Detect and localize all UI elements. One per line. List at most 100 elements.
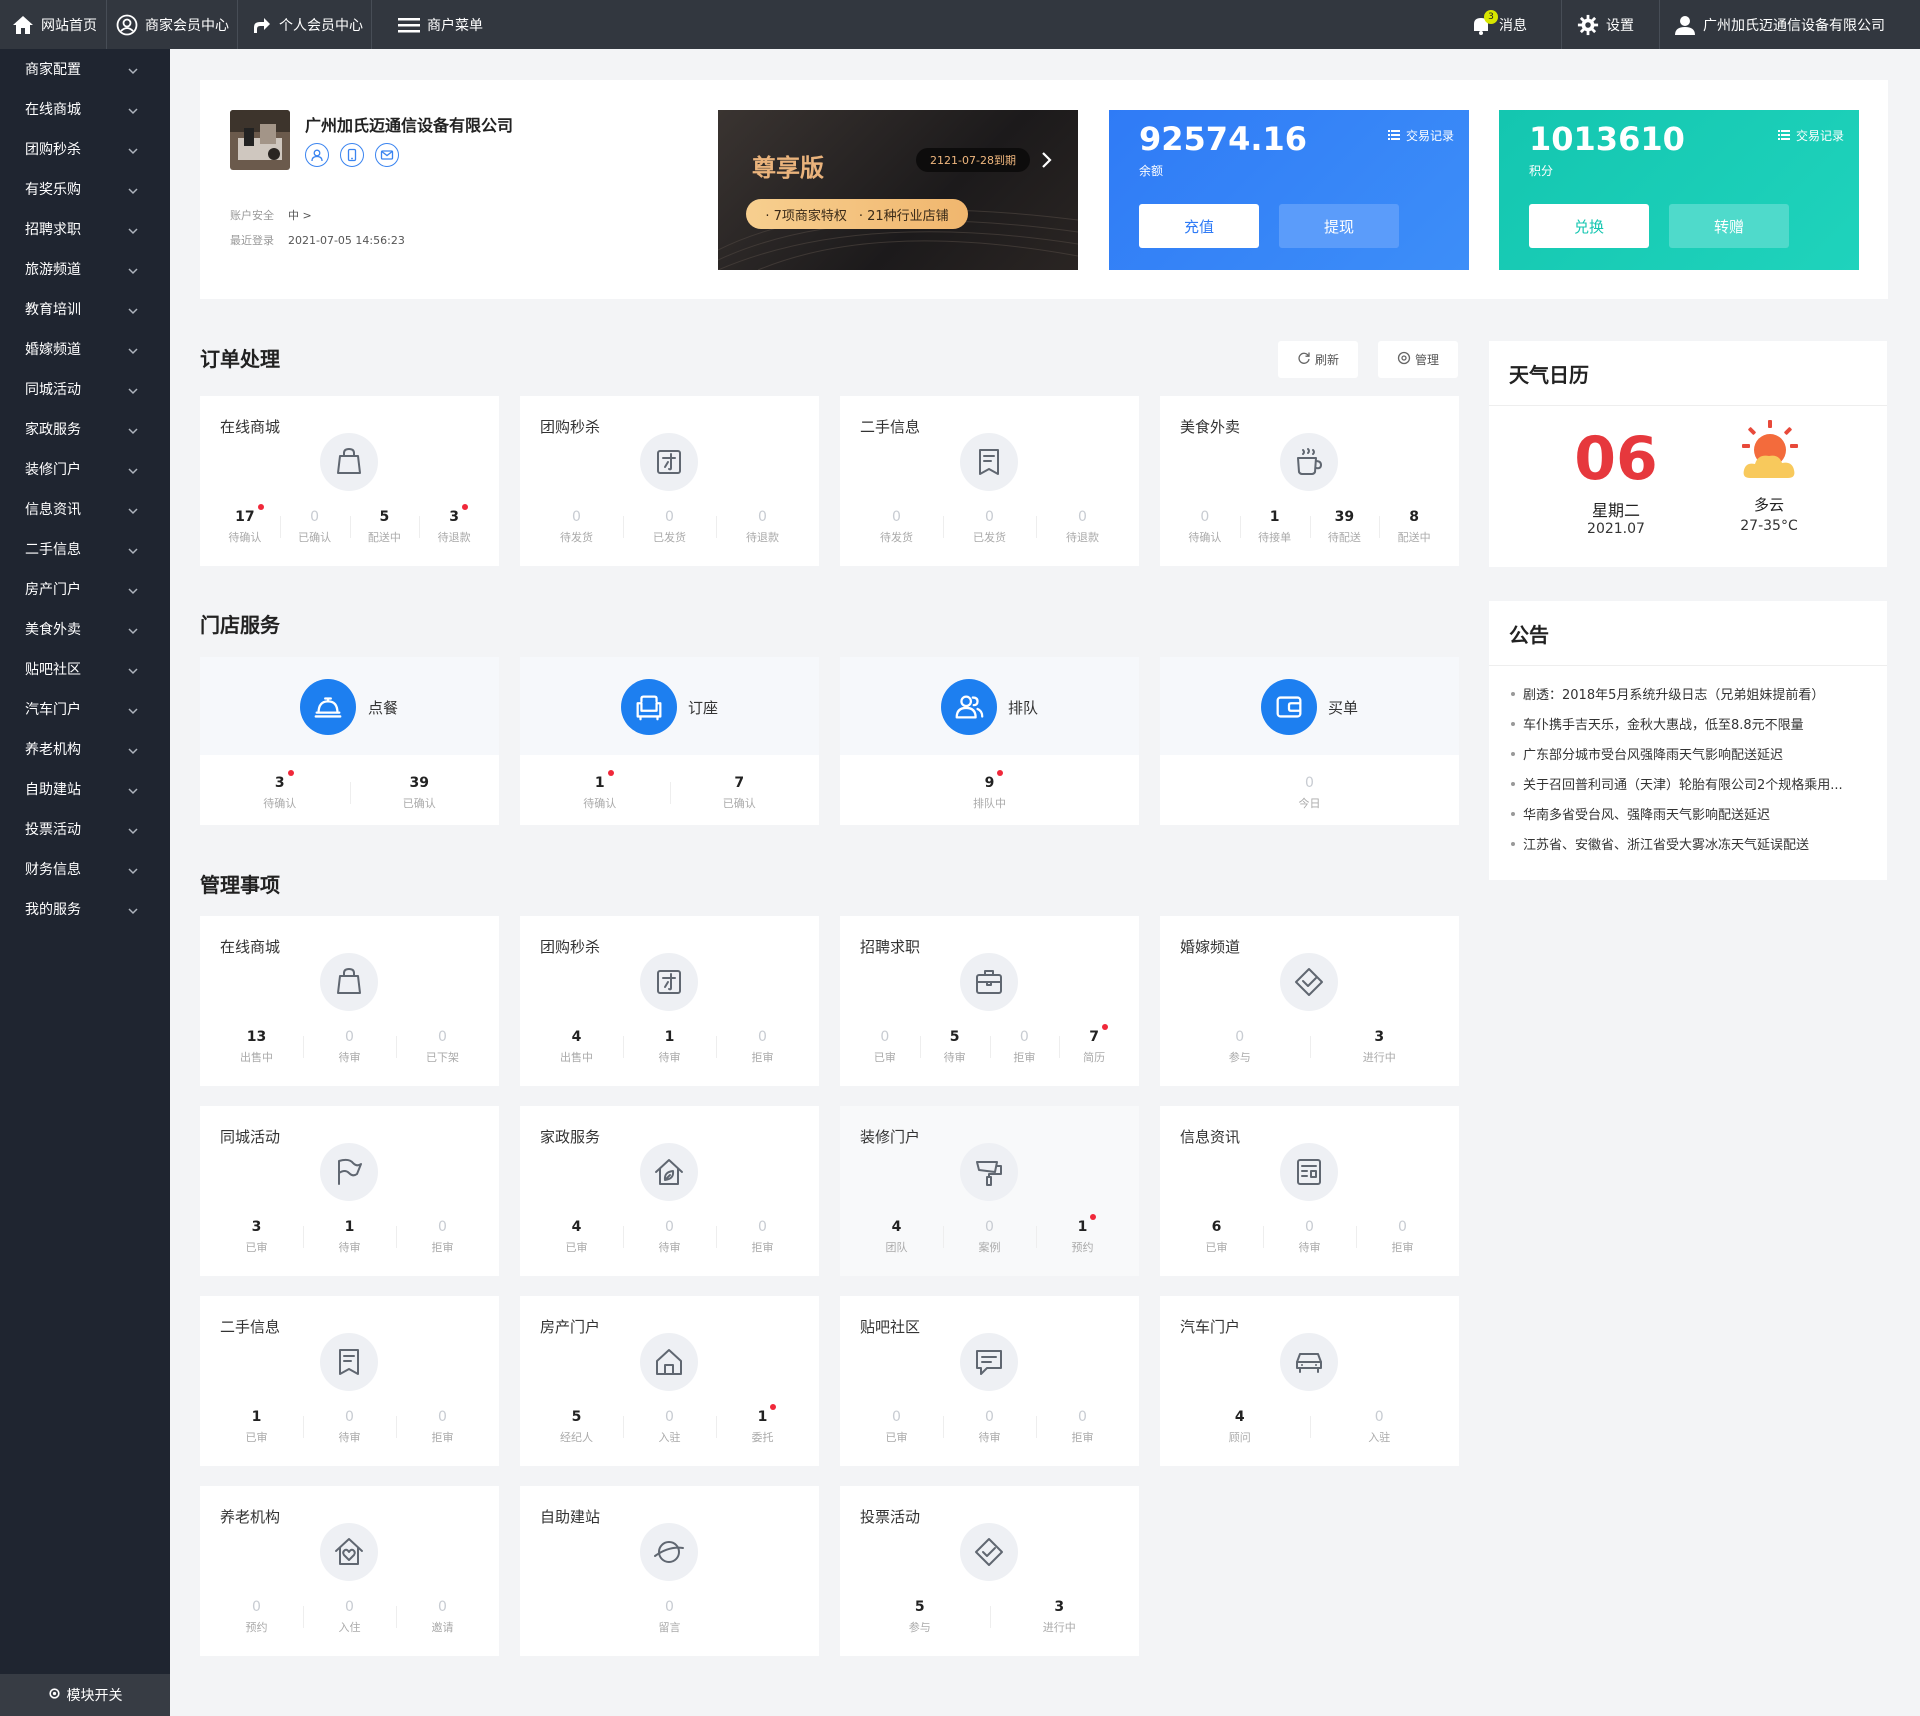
sidebar-item[interactable]: 团购秒杀 bbox=[0, 129, 170, 169]
refresh-button[interactable]: 刷新 bbox=[1278, 341, 1358, 378]
module-toggle-button[interactable]: 模块开关 bbox=[0, 1674, 170, 1716]
manage-card[interactable]: 家政服务 4 已审 0 待审 0 拒审 bbox=[520, 1106, 819, 1276]
sidebar-item[interactable]: 家政服务 bbox=[0, 409, 170, 449]
nav-merchant-center[interactable]: 商家会员中心 bbox=[116, 0, 229, 49]
avatar[interactable] bbox=[230, 110, 290, 170]
notice-item[interactable]: 剧透：2018年5月系统升级日志（兄弟姐妹提前看） bbox=[1510, 684, 1824, 703]
sidebar-item[interactable]: 汽车门户 bbox=[0, 689, 170, 729]
manage-card[interactable]: 二手信息 1 已审 0 待审 0 拒审 bbox=[200, 1296, 499, 1466]
stat-item[interactable]: 0 已发货 bbox=[943, 506, 1036, 548]
withdraw-button[interactable]: 提现 bbox=[1279, 204, 1399, 248]
stat-item[interactable]: 0 拒审 bbox=[396, 1216, 489, 1258]
stat-item[interactable]: 0 待发货 bbox=[530, 506, 623, 548]
store-card[interactable]: 点餐 3 待确认 39 已确认 bbox=[200, 657, 499, 825]
stat-item[interactable]: 0 入驻 bbox=[623, 1406, 716, 1448]
sidebar-item[interactable]: 信息资讯 bbox=[0, 489, 170, 529]
manage-card[interactable]: 团购秒杀 4 出售中 1 待审 0 拒审 bbox=[520, 916, 819, 1086]
sidebar-item[interactable]: 招聘求职 bbox=[0, 209, 170, 249]
verified-email-icon[interactable] bbox=[375, 143, 399, 167]
store-card[interactable]: 订座 1 待确认 7 已确认 bbox=[520, 657, 819, 825]
stat-item[interactable]: 1 待审 bbox=[623, 1026, 716, 1068]
nav-merchant-menu[interactable]: 商户菜单 bbox=[398, 0, 483, 49]
stat-item[interactable]: 0 参与 bbox=[1170, 1026, 1310, 1068]
sidebar-item[interactable]: 贴吧社区 bbox=[0, 649, 170, 689]
stat-item[interactable]: 0 入驻 bbox=[1309, 1406, 1450, 1448]
stat-item[interactable]: 0 拒审 bbox=[716, 1216, 809, 1258]
notice-item[interactable]: 关于召回普利司通（天津）轮胎有限公司2个规格乘用... bbox=[1511, 774, 1843, 793]
points-records-link[interactable]: 交易记录 bbox=[1777, 127, 1844, 144]
stat-item[interactable]: 0 已审 bbox=[850, 1026, 920, 1068]
stat-item[interactable]: 5 配送中 bbox=[349, 506, 420, 548]
vip-card[interactable]: 尊享版 2121-07-28到期 · 7项商家特权 · 21种行业店铺 bbox=[718, 110, 1078, 270]
manage-card[interactable]: 自助建站 0 留言 bbox=[520, 1486, 819, 1656]
stat-item[interactable]: 0 案例 bbox=[943, 1216, 1036, 1258]
notice-item[interactable]: 广东部分城市受台风强降雨天气影响配送延迟 bbox=[1510, 744, 1783, 763]
chevron-right-icon[interactable] bbox=[1040, 150, 1054, 174]
stat-item[interactable]: 39 已确认 bbox=[349, 772, 490, 814]
stat-item[interactable]: 6 已审 bbox=[1170, 1216, 1263, 1258]
security-value[interactable]: 中 > bbox=[288, 209, 312, 222]
stat-item[interactable]: 0 待审 bbox=[623, 1216, 716, 1258]
stat-item[interactable]: 39 待配送 bbox=[1309, 506, 1380, 548]
stat-item[interactable]: 0 预约 bbox=[210, 1596, 303, 1638]
stat-item[interactable]: 0 拒审 bbox=[989, 1026, 1060, 1068]
stat-item[interactable]: 4 顾问 bbox=[1170, 1406, 1310, 1448]
stat-item[interactable]: 9 排队中 bbox=[850, 770, 1129, 814]
sidebar-item[interactable]: 二手信息 bbox=[0, 529, 170, 569]
sidebar-item[interactable]: 同城活动 bbox=[0, 369, 170, 409]
manage-card[interactable]: 信息资讯 6 已审 0 待审 0 拒审 bbox=[1160, 1106, 1459, 1276]
stat-item[interactable]: 0 入住 bbox=[303, 1596, 396, 1638]
stat-item[interactable]: 0 待发货 bbox=[850, 506, 943, 548]
stat-item[interactable]: 3 进行中 bbox=[989, 1596, 1130, 1638]
sidebar-item[interactable]: 养老机构 bbox=[0, 729, 170, 769]
nav-messages[interactable]: 3 消息 bbox=[1470, 0, 1527, 49]
transfer-button[interactable]: 转赠 bbox=[1669, 204, 1789, 248]
stat-item[interactable]: 7 简历 bbox=[1059, 1024, 1129, 1068]
manage-card[interactable]: 养老机构 0 预约 0 入住 0 邀请 bbox=[200, 1486, 499, 1656]
sidebar-item[interactable]: 财务信息 bbox=[0, 849, 170, 889]
sidebar-item[interactable]: 房产门户 bbox=[0, 569, 170, 609]
stat-item[interactable]: 0 待审 bbox=[1263, 1216, 1356, 1258]
stat-item[interactable]: 3 待确认 bbox=[210, 770, 350, 814]
manage-button[interactable]: 管理 bbox=[1378, 341, 1458, 378]
sidebar-item[interactable]: 在线商城 bbox=[0, 89, 170, 129]
stat-item[interactable]: 0 已确认 bbox=[279, 506, 350, 548]
stat-item[interactable]: 0 已下架 bbox=[396, 1026, 489, 1068]
stat-item[interactable]: 7 已确认 bbox=[669, 772, 810, 814]
sidebar-item[interactable]: 美食外卖 bbox=[0, 609, 170, 649]
stat-item[interactable]: 1 待确认 bbox=[530, 770, 670, 814]
stat-item[interactable]: 0 待审 bbox=[303, 1026, 396, 1068]
stat-item[interactable]: 0 已发货 bbox=[623, 506, 716, 548]
users-icon[interactable] bbox=[941, 679, 997, 735]
stat-item[interactable]: 0 拒审 bbox=[716, 1026, 809, 1068]
sidebar-item[interactable]: 自助建站 bbox=[0, 769, 170, 809]
stat-item[interactable]: 4 团队 bbox=[850, 1216, 943, 1258]
store-card[interactable]: 排队 9 排队中 bbox=[840, 657, 1139, 825]
stat-item[interactable]: 8 配送中 bbox=[1379, 506, 1449, 548]
stat-item[interactable]: 0 待确认 bbox=[1170, 506, 1240, 548]
order-card[interactable]: 二手信息 0 待发货 0 已发货 0 待退款 bbox=[840, 396, 1139, 566]
balance-records-link[interactable]: 交易记录 bbox=[1387, 127, 1454, 144]
stat-item[interactable]: 0 今日 bbox=[1170, 772, 1449, 814]
stat-item[interactable]: 3 进行中 bbox=[1309, 1026, 1450, 1068]
sidebar-item[interactable]: 装修门户 bbox=[0, 449, 170, 489]
stat-item[interactable]: 5 经纪人 bbox=[530, 1406, 623, 1448]
exchange-button[interactable]: 兑换 bbox=[1529, 204, 1649, 248]
verified-phone-icon[interactable] bbox=[340, 143, 364, 167]
sidebar-item[interactable]: 婚嫁频道 bbox=[0, 329, 170, 369]
stat-item[interactable]: 5 待审 bbox=[919, 1026, 990, 1068]
nav-personal-center[interactable]: 个人会员中心 bbox=[250, 0, 363, 49]
food-cloche-icon[interactable] bbox=[300, 679, 356, 735]
nav-settings[interactable]: 设置 bbox=[1577, 0, 1634, 49]
stat-item[interactable]: 0 待审 bbox=[303, 1406, 396, 1448]
stat-item[interactable]: 3 已审 bbox=[210, 1216, 303, 1258]
manage-card[interactable]: 投票活动 5 参与 3 进行中 bbox=[840, 1486, 1139, 1656]
sidebar-item[interactable]: 我的服务 bbox=[0, 889, 170, 929]
stat-item[interactable]: 1 待审 bbox=[303, 1216, 396, 1258]
stat-item[interactable]: 0 待审 bbox=[943, 1406, 1036, 1448]
nav-user[interactable]: 广州加氏迈通信设备有限公司 bbox=[1674, 0, 1885, 49]
manage-card[interactable]: 在线商城 13 出售中 0 待审 0 已下架 bbox=[200, 916, 499, 1086]
stat-item[interactable]: 0 拒审 bbox=[396, 1406, 489, 1448]
store-card[interactable]: 买单 0 今日 bbox=[1160, 657, 1459, 825]
order-card[interactable]: 美食外卖 0 待确认 1 待接单 39 待配送 8 配送中 bbox=[1160, 396, 1459, 566]
